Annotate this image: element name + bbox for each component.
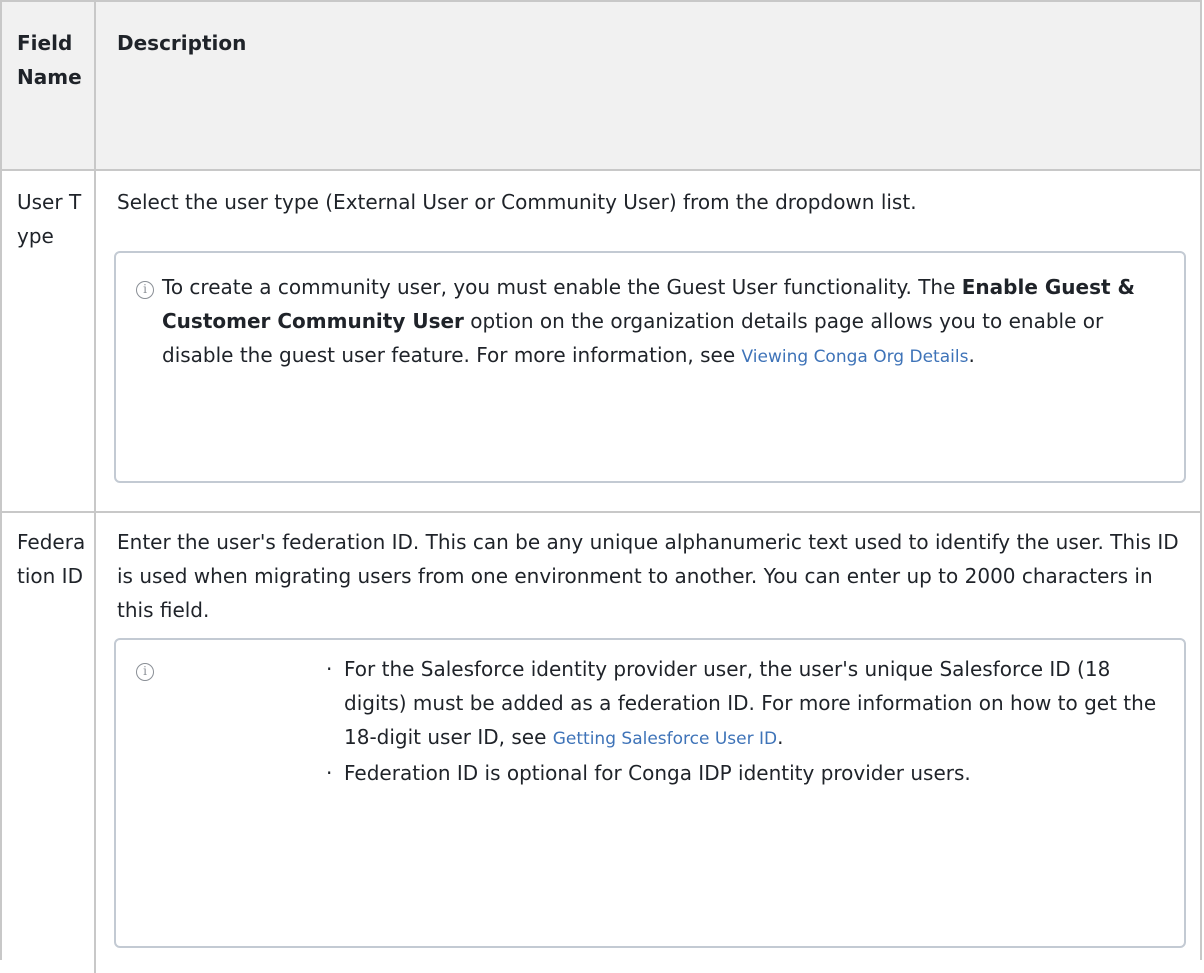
info-note: i · For the Salesforce identity provider … (114, 638, 1186, 948)
field-name-cell: User Type (17, 190, 82, 248)
column-divider (94, 2, 96, 169)
field-description-table: Field Name Description User Type Select … (0, 0, 1202, 973)
viewing-conga-org-details-link[interactable]: Viewing Conga Org Details (742, 347, 969, 367)
header-field-name: Field Name (17, 31, 82, 89)
getting-salesforce-user-id-link[interactable]: Getting Salesforce User ID (553, 729, 777, 749)
table-header-row: Field Name Description (2, 0, 1200, 171)
column-divider (94, 513, 96, 973)
info-note: i To create a community user, you must e… (114, 251, 1186, 483)
list-item: · For the Salesforce identity provider us… (326, 657, 1157, 749)
info-icon: i (136, 663, 154, 681)
column-divider (94, 171, 96, 511)
header-description: Description (117, 31, 247, 55)
table-row: Federation ID Enter the user's federatio… (2, 513, 1200, 973)
list-item: · Federation ID is optional for Conga IDP… (326, 761, 971, 785)
info-icon: i (136, 281, 154, 299)
table-row: User Type Select the user type (External… (2, 171, 1200, 513)
description-cell: Select the user type (External User or C… (117, 190, 917, 214)
description-cell: Enter the user's federation ID. This can… (117, 530, 1179, 622)
field-name-cell: Federation ID (17, 530, 86, 588)
note-bullet-list: · For the Salesforce identity provider us… (326, 652, 1164, 790)
note-text: To create a community user, you must ena… (162, 275, 1135, 367)
